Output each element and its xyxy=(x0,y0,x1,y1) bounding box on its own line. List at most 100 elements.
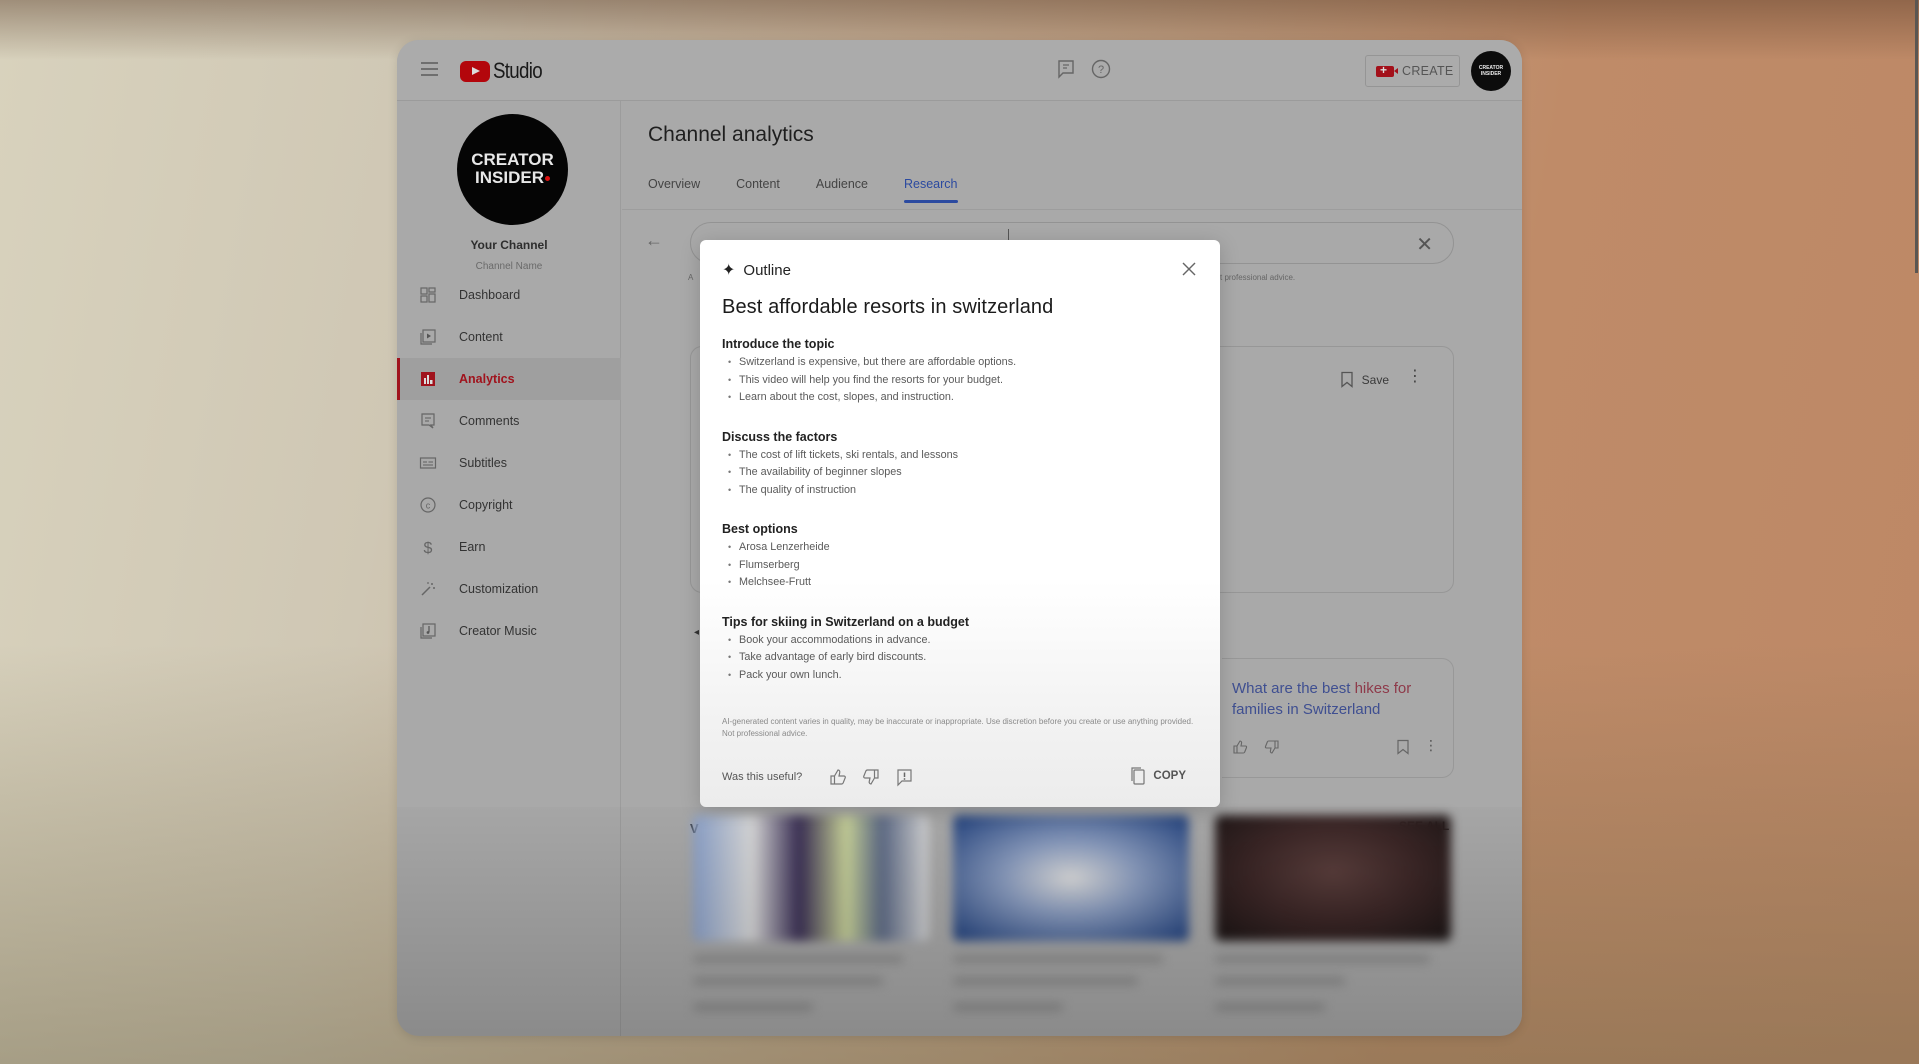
magic-wand-icon xyxy=(421,582,435,596)
back-arrow-icon[interactable]: ← xyxy=(645,230,663,251)
outline-dialog: ✦ Outline Best affordable resorts in swi… xyxy=(700,240,1220,807)
create-label: CREATE xyxy=(1402,64,1454,78)
search-disclaimer: t professional advice. xyxy=(1220,273,1296,282)
subtitles-icon xyxy=(419,457,437,469)
dialog-footer: Was this useful? COPY xyxy=(722,766,1200,788)
channel-title: Your Channel xyxy=(470,238,548,252)
feedback-label: Was this useful? xyxy=(722,771,803,783)
suggestion-text-part: families in Switzerland xyxy=(1232,701,1381,718)
thumbs-down-icon[interactable] xyxy=(1264,739,1280,755)
analytics-tabs: Overview Content Audience Research xyxy=(648,177,994,203)
page-title: Channel analytics xyxy=(648,123,814,146)
sidebar-item-subtitles[interactable]: Subtitles xyxy=(397,442,621,484)
sidebar-item-label: Subtitles xyxy=(459,456,507,470)
sidebar-item-label: Analytics xyxy=(459,372,515,386)
copy-label: COPY xyxy=(1153,770,1186,782)
dollar-icon: $ xyxy=(424,540,433,556)
ai-disclaimer: AI-generated content varies in quality, … xyxy=(722,717,1194,738)
create-button[interactable]: CREATE xyxy=(1365,55,1460,87)
suggestion-actions: ⋮ xyxy=(1232,737,1438,757)
bullet-item: This video will help you find the resort… xyxy=(722,372,1202,390)
sparkle-icon: ✦ xyxy=(722,261,736,279)
feedback-icon[interactable] xyxy=(1055,58,1077,80)
tab-content[interactable]: Content xyxy=(736,177,780,203)
top-bar: Studio ? CREATE CREATOR INSIDER xyxy=(397,40,1522,101)
page-scrollbar[interactable] xyxy=(1915,0,1918,273)
search-disclaimer-start: A xyxy=(688,273,694,282)
copy-icon xyxy=(1131,767,1146,785)
dialog-header: ✦ Outline xyxy=(722,262,791,279)
sidebar-item-earn[interactable]: $ Earn xyxy=(397,526,621,568)
sidebar-item-content[interactable]: Content xyxy=(397,316,621,358)
studio-logo[interactable]: Studio xyxy=(460,58,551,84)
music-note-icon xyxy=(420,623,436,639)
more-options-icon[interactable]: ⋮ xyxy=(1424,737,1438,754)
outline-section: Introduce the topic Switzerland is expen… xyxy=(722,337,1202,407)
section-heading: Tips for skiing in Switzerland on a budg… xyxy=(722,614,970,629)
suggestion-text[interactable]: What are the best hikes for families in … xyxy=(1232,678,1432,720)
bullet-item: Pack your own lunch. xyxy=(722,667,1202,685)
tab-audience[interactable]: Audience xyxy=(816,177,868,203)
suggestion-text-part: hikes for xyxy=(1354,680,1412,697)
sidebar-item-label: Creator Music xyxy=(459,624,537,638)
sidebar-item-creator-music[interactable]: Creator Music xyxy=(397,610,621,652)
logo-text: Studio xyxy=(493,58,543,83)
help-icon[interactable]: ? xyxy=(1090,58,1112,80)
thumbs-up-icon[interactable] xyxy=(828,767,848,787)
section-marker: ◂ xyxy=(694,627,700,638)
sidebar-nav: Dashboard Content Analytics Comments Sub… xyxy=(397,274,621,652)
sidebar-item-analytics[interactable]: Analytics xyxy=(397,358,621,400)
close-icon[interactable] xyxy=(1180,260,1198,278)
more-options-icon[interactable]: ⋮ xyxy=(1407,369,1423,385)
outline-body: Introduce the topic Switzerland is expen… xyxy=(722,337,1202,707)
report-flag-icon[interactable] xyxy=(894,767,914,787)
content-icon xyxy=(420,329,436,345)
sidebar-item-copyright[interactable]: c Copyright xyxy=(397,484,621,526)
bullet-item: The availability of beginner slopes xyxy=(722,464,1202,482)
section-heading: Discuss the factors xyxy=(722,429,838,444)
save-label: Save xyxy=(1361,372,1389,387)
bullet-item: Book your accommodations in advance. xyxy=(722,632,1202,650)
analytics-icon xyxy=(421,372,435,386)
svg-text:?: ? xyxy=(1098,64,1104,76)
bookmark-icon[interactable] xyxy=(1396,739,1410,755)
tabs-divider xyxy=(622,209,1522,210)
sidebar-item-dashboard[interactable]: Dashboard xyxy=(397,274,621,316)
thumbs-down-icon[interactable] xyxy=(861,767,881,787)
blur-overlay xyxy=(397,807,1522,1036)
suggestion-text-part: What are the best xyxy=(1232,680,1355,697)
sidebar-item-label: Customization xyxy=(459,582,539,596)
suggestion-card[interactable]: What are the best hikes for families in … xyxy=(1222,658,1454,778)
save-button[interactable]: Save xyxy=(1340,371,1389,388)
copy-button[interactable]: COPY xyxy=(1130,766,1186,786)
svg-text:c: c xyxy=(426,501,431,511)
hamburger-menu-icon[interactable] xyxy=(421,62,438,76)
bullet-item: Melchsee-Frutt xyxy=(722,574,1202,592)
thumbs-up-icon[interactable] xyxy=(1232,739,1248,755)
outline-title: Best affordable resorts in switzerland xyxy=(722,296,1054,318)
tab-overview[interactable]: Overview xyxy=(648,177,700,203)
section-heading: Introduce the topic xyxy=(722,337,835,351)
bullet-item: Switzerland is expensive, but there are … xyxy=(722,354,1202,372)
bullet-item: Learn about the cost, slopes, and instru… xyxy=(722,389,1202,407)
sidebar-item-customization[interactable]: Customization xyxy=(397,568,621,610)
avatar-line1: CREATOR xyxy=(471,150,554,169)
red-dot-icon xyxy=(544,176,550,182)
bookmark-icon xyxy=(1340,371,1353,388)
sidebar-item-label: Content xyxy=(459,330,503,344)
dialog-label: Outline xyxy=(743,262,791,279)
sidebar-item-comments[interactable]: Comments xyxy=(397,400,621,442)
outline-section: Tips for skiing in Switzerland on a budg… xyxy=(722,615,1202,685)
comments-icon xyxy=(421,413,435,429)
bullet-item: Take advantage of early bird discounts. xyxy=(722,649,1202,667)
video-camera-icon xyxy=(1376,63,1398,77)
avatar-line2: INSIDER xyxy=(475,168,544,187)
account-avatar[interactable]: CREATOR INSIDER xyxy=(1471,51,1511,91)
svg-text:$: $ xyxy=(424,540,433,556)
copyright-icon: c xyxy=(420,497,436,513)
bullet-item: The cost of lift tickets, ski rentals, a… xyxy=(722,447,1202,465)
channel-avatar[interactable]: CREATOR INSIDER xyxy=(457,114,568,225)
clear-search-icon[interactable]: ✕ xyxy=(1416,232,1433,257)
tab-research[interactable]: Research xyxy=(904,177,958,203)
dashboard-icon xyxy=(420,287,436,303)
